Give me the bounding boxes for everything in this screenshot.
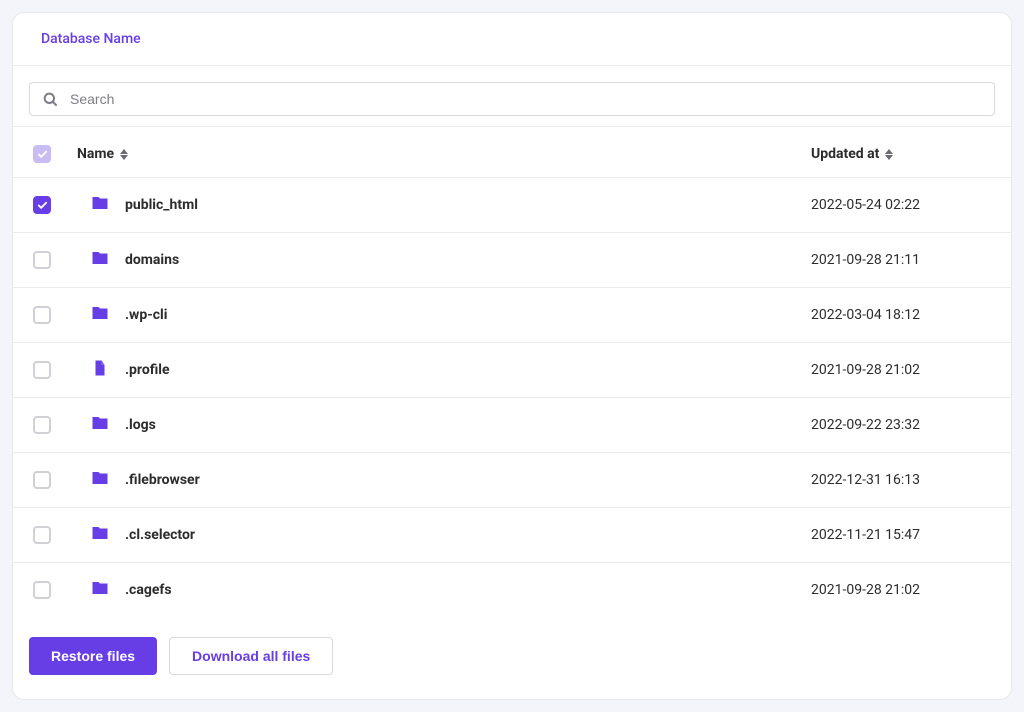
file-name-label: .wp-cli <box>125 307 167 323</box>
file-updated-label: 2022-03-04 18:12 <box>811 307 991 323</box>
table-row[interactable]: .profile 2021-09-28 21:02 <box>13 343 1011 398</box>
row-checkbox[interactable] <box>33 361 51 379</box>
file-icon <box>91 359 109 381</box>
folder-icon <box>91 469 109 491</box>
folder-icon <box>91 304 109 326</box>
sort-icon <box>120 149 128 160</box>
table-row[interactable]: .filebrowser 2022-12-31 16:13 <box>13 453 1011 508</box>
row-checkbox[interactable] <box>33 306 51 324</box>
file-name-label: domains <box>125 252 179 268</box>
file-updated-label: 2022-11-21 15:47 <box>811 527 991 543</box>
column-updated-label: Updated at <box>811 146 879 162</box>
folder-icon <box>91 579 109 601</box>
row-checkbox[interactable] <box>33 471 51 489</box>
file-name-cell: .cl.selector <box>69 524 811 546</box>
column-header-updated[interactable]: Updated at <box>811 146 991 162</box>
file-updated-label: 2022-09-22 23:32 <box>811 417 991 433</box>
row-checkbox-cell <box>33 361 69 379</box>
row-checkbox-cell <box>33 196 69 214</box>
file-browser-panel: Database Name Name Updated at <box>12 12 1012 700</box>
table-row[interactable]: .cagefs 2021-09-28 21:02 <box>13 563 1011 617</box>
file-name-cell: .cagefs <box>69 579 811 601</box>
select-all-checkbox[interactable] <box>33 145 51 163</box>
file-updated-label: 2021-09-28 21:02 <box>811 362 991 378</box>
header-checkbox-cell <box>33 145 69 163</box>
file-table-body: public_html 2022-05-24 02:22 domains 2021-0… <box>13 178 1011 617</box>
file-name-cell: .profile <box>69 359 811 381</box>
file-name-cell: .filebrowser <box>69 469 811 491</box>
table-row[interactable]: public_html 2022-05-24 02:22 <box>13 178 1011 233</box>
folder-icon <box>91 249 109 271</box>
restore-files-button[interactable]: Restore files <box>29 637 157 675</box>
folder-icon <box>91 524 109 546</box>
row-checkbox[interactable] <box>33 581 51 599</box>
footer-actions: Restore files Download all files <box>13 617 1011 699</box>
download-all-files-button[interactable]: Download all files <box>169 637 333 675</box>
file-updated-label: 2022-05-24 02:22 <box>811 197 991 213</box>
search-icon <box>42 91 58 107</box>
file-updated-label: 2021-09-28 21:02 <box>811 582 991 598</box>
panel-header: Database Name <box>13 13 1011 66</box>
table-row[interactable]: .logs 2022-09-22 23:32 <box>13 398 1011 453</box>
table-row[interactable]: .cl.selector 2022-11-21 15:47 <box>13 508 1011 563</box>
file-name-label: .filebrowser <box>125 472 200 488</box>
search-box[interactable] <box>29 82 995 116</box>
file-name-label: .cl.selector <box>125 527 195 543</box>
sort-icon <box>885 149 893 160</box>
search-section <box>13 66 1011 127</box>
breadcrumb-database-name[interactable]: Database Name <box>41 31 141 47</box>
row-checkbox-cell <box>33 471 69 489</box>
file-name-cell: .wp-cli <box>69 304 811 326</box>
column-name-label: Name <box>77 146 114 162</box>
row-checkbox-cell <box>33 251 69 269</box>
file-name-cell: .logs <box>69 414 811 436</box>
file-updated-label: 2021-09-28 21:11 <box>811 252 991 268</box>
row-checkbox[interactable] <box>33 526 51 544</box>
row-checkbox-cell <box>33 416 69 434</box>
row-checkbox-cell <box>33 581 69 599</box>
column-header-name[interactable]: Name <box>69 146 811 162</box>
folder-icon <box>91 194 109 216</box>
row-checkbox-cell <box>33 306 69 324</box>
row-checkbox[interactable] <box>33 416 51 434</box>
file-name-label: .profile <box>125 362 170 378</box>
row-checkbox-cell <box>33 526 69 544</box>
file-updated-label: 2022-12-31 16:13 <box>811 472 991 488</box>
file-name-cell: domains <box>69 249 811 271</box>
file-name-label: public_html <box>125 197 198 213</box>
table-row[interactable]: domains 2021-09-28 21:11 <box>13 233 1011 288</box>
row-checkbox[interactable] <box>33 196 51 214</box>
folder-icon <box>91 414 109 436</box>
file-name-label: .cagefs <box>125 582 172 598</box>
file-name-label: .logs <box>125 417 156 433</box>
row-checkbox[interactable] <box>33 251 51 269</box>
table-header-row: Name Updated at <box>13 127 1011 178</box>
table-row[interactable]: .wp-cli 2022-03-04 18:12 <box>13 288 1011 343</box>
search-input[interactable] <box>70 91 982 107</box>
file-name-cell: public_html <box>69 194 811 216</box>
